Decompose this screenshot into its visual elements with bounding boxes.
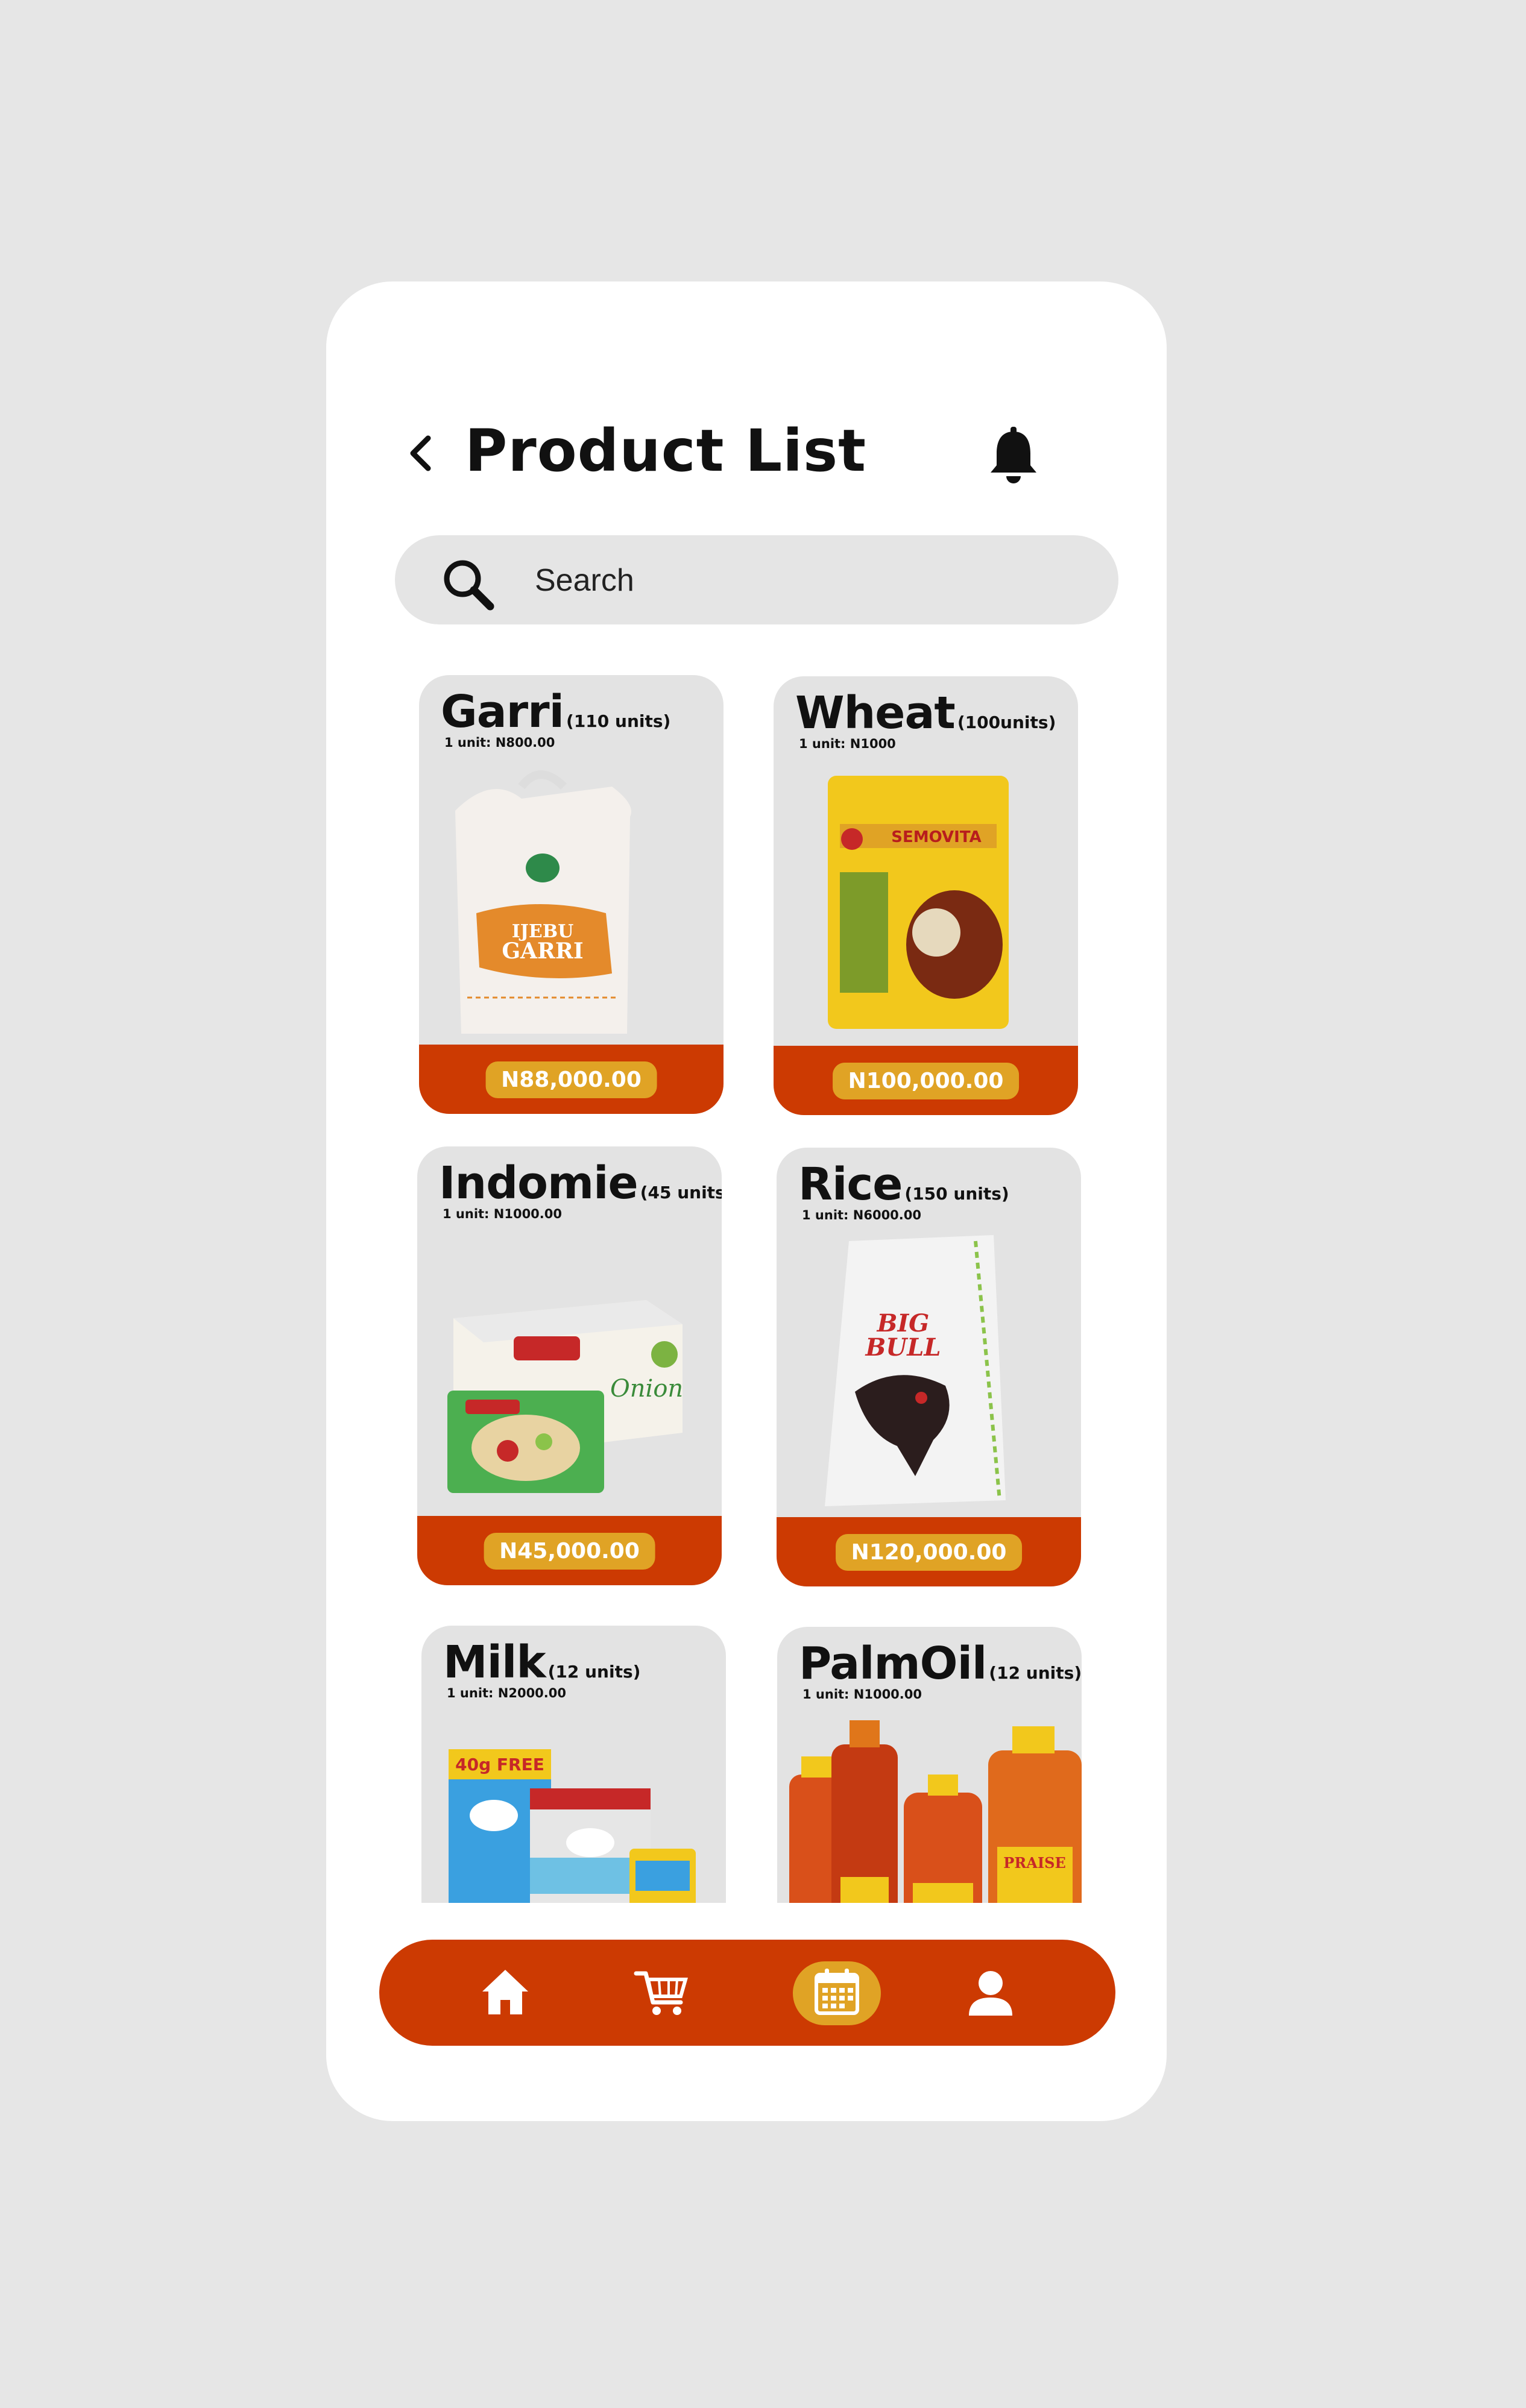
price-badge: N45,000.00 <box>484 1533 655 1570</box>
phone-frame: Product List Garri(110 units) 1 unit: N8… <box>326 281 1167 2121</box>
palm-oil-bottles-image: PRAISE <box>789 1720 1082 1903</box>
product-name: Milk <box>443 1636 546 1688</box>
product-name: Rice <box>798 1158 903 1210</box>
svg-text:SEMOVITA: SEMOVITA <box>891 828 981 846</box>
product-units: (100units) <box>957 712 1056 732</box>
product-name: Wheat <box>795 687 956 739</box>
product-name: Indomie <box>439 1157 638 1209</box>
product-units: (110 units) <box>566 711 671 731</box>
semovita-pack-image: SEMOVITA <box>828 776 1009 1029</box>
product-units: (45 units) <box>640 1183 722 1202</box>
product-card-garri[interactable]: Garri (110 units) 1 unit: N800.00 IJEBU G… <box>419 675 724 1114</box>
product-price-bar: N88,000.00 <box>419 1045 724 1114</box>
product-price-bar: N120,000.00 <box>777 1517 1081 1586</box>
peak-milk-image: 40g FREE <box>449 1749 696 1903</box>
nav-cart[interactable] <box>631 1963 692 2023</box>
nav-home[interactable] <box>475 1963 535 2023</box>
product-header: Milk (12 units) 1 unit: N2000.00 <box>443 1636 640 1700</box>
product-price-bar: N100,000.00 <box>774 1046 1078 1115</box>
price-badge: N88,000.00 <box>485 1061 657 1098</box>
rice-bag-image: BIG BULL <box>825 1235 1006 1506</box>
home-icon <box>482 1970 528 2014</box>
bottom-nav <box>379 1940 1115 2046</box>
product-card-palmoil[interactable]: PalmOil (12 units) 1 unit: N1000.00 PRAIS… <box>777 1627 1082 1903</box>
nav-profile[interactable] <box>960 1963 1021 2023</box>
product-card-rice[interactable]: Rice (150 units) 1 unit: N6000.00 BIG BUL… <box>777 1148 1081 1586</box>
garri-bag-image: IJEBU GARRI <box>455 770 631 1034</box>
svg-text:Onion: Onion <box>610 1375 683 1403</box>
product-header: Wheat (100units) 1 unit: N1000 <box>795 687 1056 751</box>
product-header: PalmOil (12 units) 1 unit: N1000.00 <box>799 1638 1082 1702</box>
svg-text:BULL: BULL <box>865 1333 941 1362</box>
product-header: Rice (150 units) 1 unit: N6000.00 <box>798 1158 1009 1222</box>
product-header: Indomie(45 units) 1 unit: N1000.00 <box>439 1157 722 1221</box>
product-card-indomie[interactable]: Indomie(45 units) 1 unit: N1000.00 Onion… <box>417 1146 722 1585</box>
product-name: Garri <box>441 686 564 738</box>
svg-text:40g FREE: 40g FREE <box>455 1755 544 1775</box>
product-units: (150 units) <box>904 1184 1009 1204</box>
product-name: PalmOil <box>799 1638 987 1690</box>
product-units: (12 units) <box>547 1662 641 1682</box>
price-badge: N120,000.00 <box>835 1534 1023 1571</box>
nav-calendar[interactable] <box>807 1963 867 2023</box>
product-header: Garri (110 units) 1 unit: N800.00 <box>441 686 670 750</box>
svg-text:GARRI: GARRI <box>502 938 583 964</box>
product-grid: Garri (110 units) 1 unit: N800.00 IJEBU G… <box>326 281 1167 1903</box>
product-unit-price: 1 unit: N6000.00 <box>802 1208 921 1222</box>
product-price-bar: N45,000.00 <box>417 1516 722 1585</box>
product-card-milk[interactable]: Milk (12 units) 1 unit: N2000.00 40g FREE <box>421 1626 726 1903</box>
svg-text:PRAISE: PRAISE <box>1003 1854 1065 1872</box>
price-badge: N100,000.00 <box>832 1063 1020 1099</box>
cart-icon <box>634 1971 688 2015</box>
calendar-icon <box>815 1969 859 2015</box>
product-units: (12 units) <box>989 1663 1082 1683</box>
indomie-box-image: Onion <box>447 1300 683 1493</box>
product-unit-price: 1 unit: N2000.00 <box>447 1686 566 1700</box>
product-card-wheat[interactable]: Wheat (100units) 1 unit: N1000 SEMOVITA N… <box>774 676 1078 1115</box>
user-icon <box>969 1971 1012 2016</box>
